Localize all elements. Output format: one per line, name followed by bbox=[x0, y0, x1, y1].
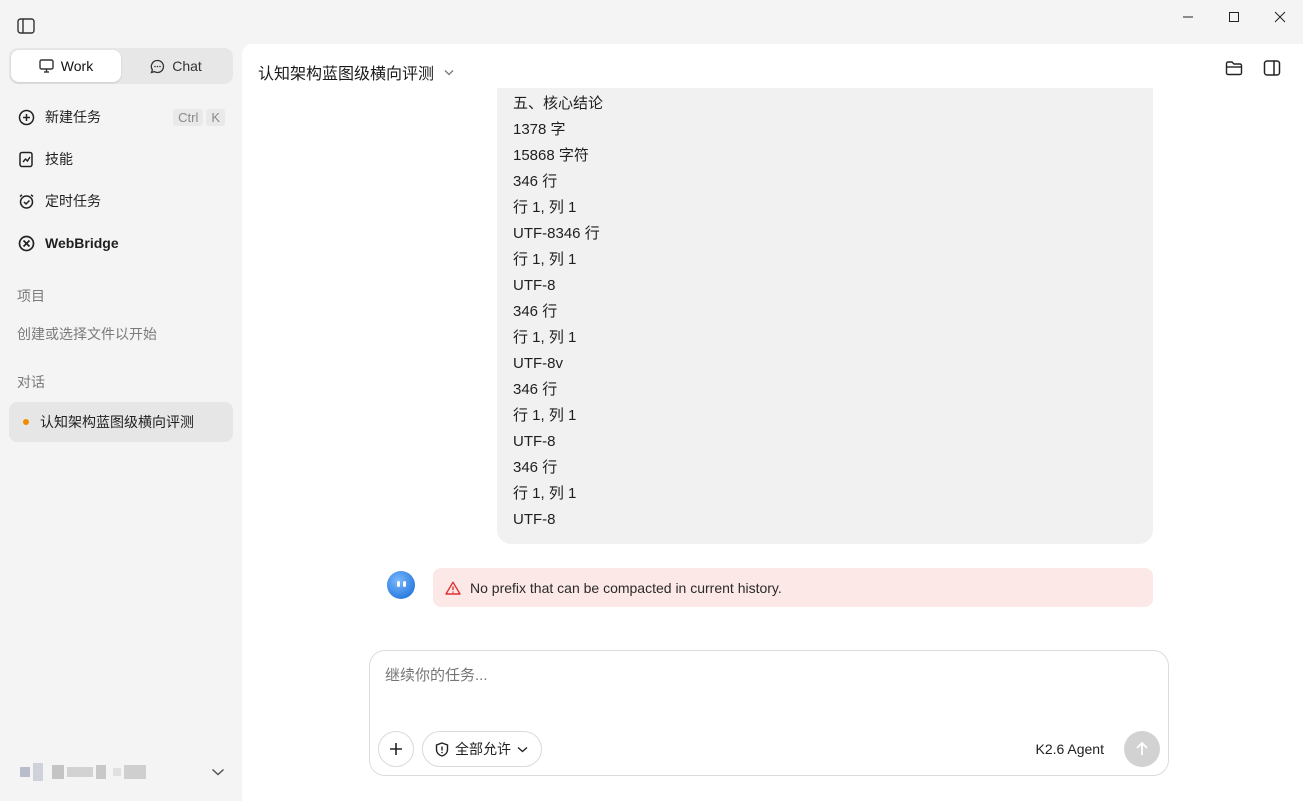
sidebar-nav: 新建任务 Ctrl K 技能 定时任务 WebBridge bbox=[9, 96, 233, 264]
message-line: 行 1, 列 1 bbox=[513, 199, 577, 216]
close-icon bbox=[1274, 11, 1286, 23]
close-button[interactable] bbox=[1257, 0, 1303, 34]
minimize-button[interactable] bbox=[1165, 0, 1211, 34]
message-line: 346 行 bbox=[513, 173, 558, 190]
page-title: 认知架构蓝图级横向评测 bbox=[258, 66, 435, 83]
sidebar-item-label: 定时任务 bbox=[45, 193, 101, 209]
model-selector[interactable]: K2.6 Agent bbox=[1035, 741, 1104, 757]
sidebar-item-label: WebBridge bbox=[45, 235, 119, 251]
sidebar-item-scheduled[interactable]: 定时任务 bbox=[9, 180, 233, 222]
main-panel: 认知架构蓝图级横向评测 五、核心结论 1378 字 15868 字符 346 行… bbox=[242, 44, 1303, 801]
shield-alert-icon bbox=[435, 741, 449, 757]
projects-empty-hint[interactable]: 创建或选择文件以开始 bbox=[17, 324, 157, 344]
avatar-eye bbox=[397, 581, 400, 587]
sidebar-panel-icon bbox=[17, 18, 35, 34]
message-line: 1378 字 bbox=[513, 121, 566, 138]
plus-icon bbox=[390, 743, 402, 755]
shortcut-hint: Ctrl K bbox=[173, 108, 225, 126]
monitor-icon bbox=[39, 59, 54, 73]
tab-chat-label: Chat bbox=[172, 58, 202, 74]
message-line: 15868 字符 bbox=[513, 147, 589, 164]
message-line: UTF-8v bbox=[513, 355, 563, 372]
message-line: 346 行 bbox=[513, 381, 558, 398]
message-line: 346 行 bbox=[513, 303, 558, 320]
topbar-actions bbox=[1225, 60, 1281, 76]
message-line: 行 1, 列 1 bbox=[513, 485, 577, 502]
sidebar-item-label: 新建任务 bbox=[45, 109, 101, 125]
alarm-clock-icon bbox=[19, 193, 34, 209]
shortcut-key-ctrl: Ctrl bbox=[173, 108, 204, 126]
error-message: No prefix that can be compacted in curre… bbox=[433, 568, 1153, 607]
maximize-button[interactable] bbox=[1211, 0, 1257, 34]
webbridge-icon bbox=[18, 235, 35, 251]
avatar bbox=[20, 763, 146, 781]
conversation-title-dropdown[interactable]: 认知架构蓝图级横向评测 bbox=[258, 60, 454, 84]
error-text: No prefix that can be compacted in curre… bbox=[470, 579, 782, 596]
message-line: 五、核心结论 bbox=[513, 95, 604, 112]
sidebar-toggle-button[interactable] bbox=[16, 17, 36, 35]
tab-chat[interactable]: Chat bbox=[121, 50, 231, 82]
attach-button[interactable] bbox=[378, 731, 414, 767]
tab-work-label: Work bbox=[60, 58, 94, 74]
minimize-icon bbox=[1183, 16, 1193, 18]
chevron-down-icon bbox=[444, 69, 454, 75]
permission-label: 全部允许 bbox=[455, 741, 511, 757]
message-line: UTF-8 bbox=[513, 277, 556, 294]
projects-section-label: 项目 bbox=[17, 288, 45, 304]
account-menu[interactable] bbox=[20, 759, 225, 785]
window-controls bbox=[1165, 0, 1303, 34]
topbar: 认知架构蓝图级横向评测 bbox=[242, 44, 1303, 94]
skills-icon bbox=[19, 151, 33, 167]
sidebar-item-label: 技能 bbox=[45, 151, 73, 167]
arrow-up-icon bbox=[1136, 741, 1148, 755]
task-input[interactable] bbox=[385, 667, 1085, 684]
message-line: UTF-8 bbox=[513, 511, 556, 528]
chevron-down-icon bbox=[211, 768, 225, 776]
message-line: UTF-8 bbox=[513, 433, 556, 450]
permission-dropdown[interactable]: 全部允许 bbox=[422, 731, 542, 767]
side-panel-icon[interactable] bbox=[1263, 60, 1281, 76]
message-line: 行 1, 列 1 bbox=[513, 407, 577, 424]
avatar-eye bbox=[403, 581, 406, 587]
folder-icon[interactable] bbox=[1225, 60, 1243, 76]
sidebar: Work Chat 新建任务 Ctrl K 技能 定时任务 WebBridge bbox=[0, 44, 242, 801]
message-line: 行 1, 列 1 bbox=[513, 329, 577, 346]
sidebar-item-webbridge[interactable]: WebBridge bbox=[9, 222, 233, 264]
mode-switch: Work Chat bbox=[9, 48, 233, 84]
chevron-down-icon bbox=[517, 746, 528, 752]
message-line: UTF-8346 行 bbox=[513, 225, 600, 242]
message-line: 行 1, 列 1 bbox=[513, 251, 577, 268]
shortcut-key-k: K bbox=[206, 108, 225, 126]
agent-avatar bbox=[387, 571, 415, 599]
composer: 全部允许 K2.6 Agent bbox=[369, 650, 1169, 776]
sidebar-item-new-task[interactable]: 新建任务 Ctrl K bbox=[9, 96, 233, 138]
sidebar-item-skills[interactable]: 技能 bbox=[9, 138, 233, 180]
conversation-item[interactable]: 认知架构蓝图级横向评测 bbox=[9, 402, 233, 442]
user-message-bubble: 五、核心结论 1378 字 15868 字符 346 行 行 1, 列 1 UT… bbox=[497, 88, 1153, 544]
warning-triangle-icon bbox=[445, 581, 461, 595]
tab-work[interactable]: Work bbox=[11, 50, 121, 82]
plus-circle-icon bbox=[18, 109, 35, 125]
conversations-section-label: 对话 bbox=[17, 374, 45, 390]
conversation-label: 认知架构蓝图级横向评测 bbox=[40, 414, 194, 430]
send-button[interactable] bbox=[1124, 731, 1160, 767]
maximize-icon bbox=[1229, 12, 1239, 22]
message-line: 346 行 bbox=[513, 459, 558, 476]
unread-dot bbox=[23, 419, 29, 425]
chat-bubble-icon bbox=[150, 59, 165, 74]
